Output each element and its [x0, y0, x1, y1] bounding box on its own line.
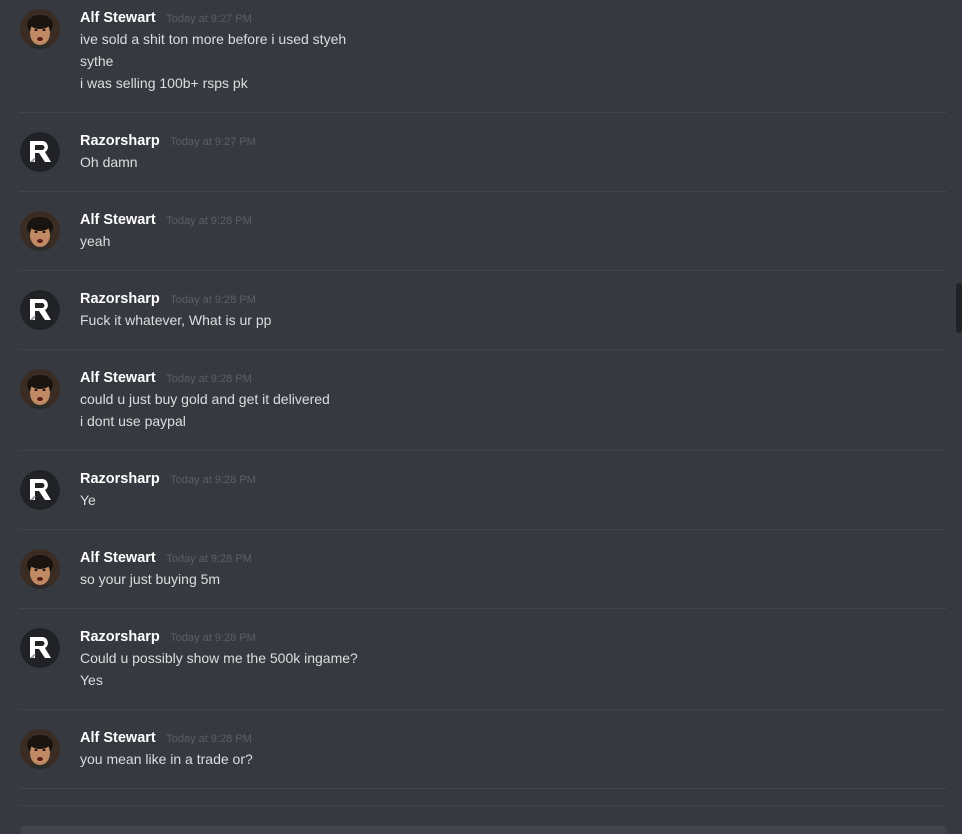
r-logo-icon [20, 132, 60, 172]
message-divider [20, 529, 947, 530]
username[interactable]: Alf Stewart [80, 212, 156, 228]
avatar[interactable] [20, 211, 60, 251]
r-logo-icon [20, 470, 60, 510]
avatar[interactable] [20, 628, 60, 668]
avatar[interactable] [20, 369, 60, 409]
profile-photo-icon [20, 9, 60, 49]
message-text: Yes [80, 672, 103, 688]
username[interactable]: Alf Stewart [80, 550, 156, 566]
avatar[interactable] [20, 729, 60, 769]
avatar[interactable] [20, 9, 60, 49]
message-text: i was selling 100b+ rsps pk [80, 75, 248, 91]
timestamp: Today at 9:28 PM [166, 733, 252, 745]
message-text: yeah [80, 233, 111, 249]
message-text: you mean like in a trade or? [80, 751, 253, 767]
username[interactable]: Alf Stewart [80, 730, 156, 746]
message-input-bar[interactable] [20, 826, 947, 834]
timestamp: Today at 9:28 PM [166, 373, 252, 385]
message-divider [20, 709, 947, 710]
message-divider [20, 608, 947, 609]
message-text: i dont use paypal [80, 413, 186, 429]
message-divider [20, 450, 947, 451]
message-divider [20, 191, 947, 192]
message-text: Fuck it whatever, What is ur pp [80, 312, 272, 328]
message-list[interactable]: Alf Stewart Today at 9:27 PM ive sold a … [0, 0, 962, 830]
timestamp: Today at 9:28 PM [170, 474, 256, 486]
message-text: could u just buy gold and get it deliver… [80, 391, 330, 407]
username[interactable]: Razorsharp [80, 291, 160, 307]
profile-photo-icon [20, 549, 60, 589]
avatar[interactable] [20, 549, 60, 589]
username[interactable]: Razorsharp [80, 133, 160, 149]
avatar[interactable] [20, 470, 60, 510]
message-text: Could u possibly show me the 500k ingame… [80, 650, 358, 666]
username[interactable]: Alf Stewart [80, 10, 156, 26]
username[interactable]: Alf Stewart [80, 370, 156, 386]
avatar[interactable] [20, 290, 60, 330]
message-text: so your just buying 5m [80, 571, 221, 587]
message-divider [20, 805, 947, 806]
avatar[interactable] [20, 132, 60, 172]
scrollbar-thumb[interactable] [956, 283, 962, 333]
profile-photo-icon [20, 211, 60, 251]
timestamp: Today at 9:28 PM [170, 294, 256, 306]
timestamp: Today at 9:28 PM [166, 553, 252, 565]
timestamp: Today at 9:28 PM [170, 632, 256, 644]
profile-photo-icon [20, 729, 60, 769]
username[interactable]: Razorsharp [80, 471, 160, 487]
r-logo-icon [20, 290, 60, 330]
timestamp: Today at 9:27 PM [166, 13, 252, 25]
message-text: ive sold a shit ton more before i used s… [80, 31, 347, 47]
message-divider [20, 349, 947, 350]
message-divider [20, 112, 947, 113]
message-divider [20, 270, 947, 271]
message-text: Ye [80, 492, 96, 508]
username[interactable]: Razorsharp [80, 629, 160, 645]
timestamp: Today at 9:27 PM [170, 136, 256, 148]
timestamp: Today at 9:28 PM [166, 215, 252, 227]
message-divider [20, 788, 947, 789]
profile-photo-icon [20, 369, 60, 409]
message-text: sythe [80, 53, 114, 69]
message-text: Oh damn [80, 154, 138, 170]
r-logo-icon [20, 628, 60, 668]
